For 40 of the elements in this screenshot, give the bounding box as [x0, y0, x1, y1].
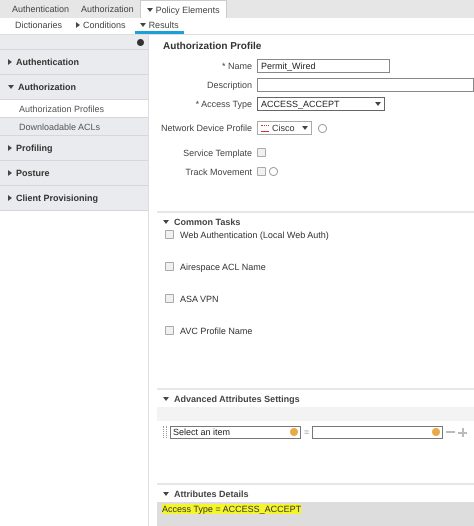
- checkbox-label: AVC Profile Name: [180, 326, 252, 336]
- tab[interactable]: Policy Elements: [140, 0, 227, 18]
- drag-handle-icon[interactable]: [163, 426, 167, 438]
- collapse-icon[interactable]: [137, 39, 144, 46]
- checkbox[interactable]: [165, 326, 174, 335]
- checkbox-label: Airespace ACL Name: [180, 262, 266, 272]
- device-profile-dropdown[interactable]: Cisco: [257, 121, 312, 135]
- field-label: * Access Type: [194, 98, 253, 108]
- page-title: Authorization Profile: [163, 41, 262, 52]
- section-title: Advanced Attributes Settings: [174, 394, 300, 404]
- tab[interactable]: Authentication: [6, 0, 76, 18]
- name-field[interactable]: Permit_Wired: [257, 58, 390, 72]
- minus-icon[interactable]: [446, 431, 456, 433]
- field-label: Description: [206, 80, 253, 90]
- checkbox[interactable]: [165, 294, 174, 303]
- checkbox[interactable]: [165, 262, 174, 271]
- description-field[interactable]: [257, 78, 474, 92]
- checkbox-label: ASA VPN: [180, 294, 219, 304]
- checkbox-label: Web Authentication (Local Web Auth): [180, 230, 329, 240]
- checkbox[interactable]: [257, 167, 266, 176]
- plus-icon[interactable]: [458, 428, 468, 436]
- info-icon[interactable]: [318, 124, 327, 132]
- field-label: Service Template: [182, 148, 253, 158]
- value-dropdown[interactable]: [312, 426, 444, 438]
- checkbox[interactable]: [257, 148, 266, 157]
- field-label: * Name: [220, 60, 253, 70]
- attribute-dropdown[interactable]: Select an item: [170, 426, 301, 438]
- operator-text: =: [304, 427, 310, 437]
- info-icon[interactable]: [269, 167, 278, 176]
- access-type-dropdown[interactable]: ACCESS_ACCEPT: [257, 96, 385, 110]
- tab[interactable]: Authorization: [75, 0, 140, 18]
- checkbox[interactable]: [165, 230, 174, 239]
- field-label: Track Movement: [184, 166, 253, 176]
- tab[interactable]: Dictionaries: [10, 18, 68, 34]
- section-title: Common Tasks: [174, 216, 240, 226]
- field-label: Network Device Profile: [160, 123, 253, 133]
- tab[interactable]: Conditions: [71, 18, 131, 34]
- attribute-detail: Access Type = ACCESS_ACCEPT: [162, 504, 302, 514]
- sidebar-item[interactable]: Authorization Profiles: [0, 100, 148, 118]
- section-title: Attributes Details: [174, 488, 249, 498]
